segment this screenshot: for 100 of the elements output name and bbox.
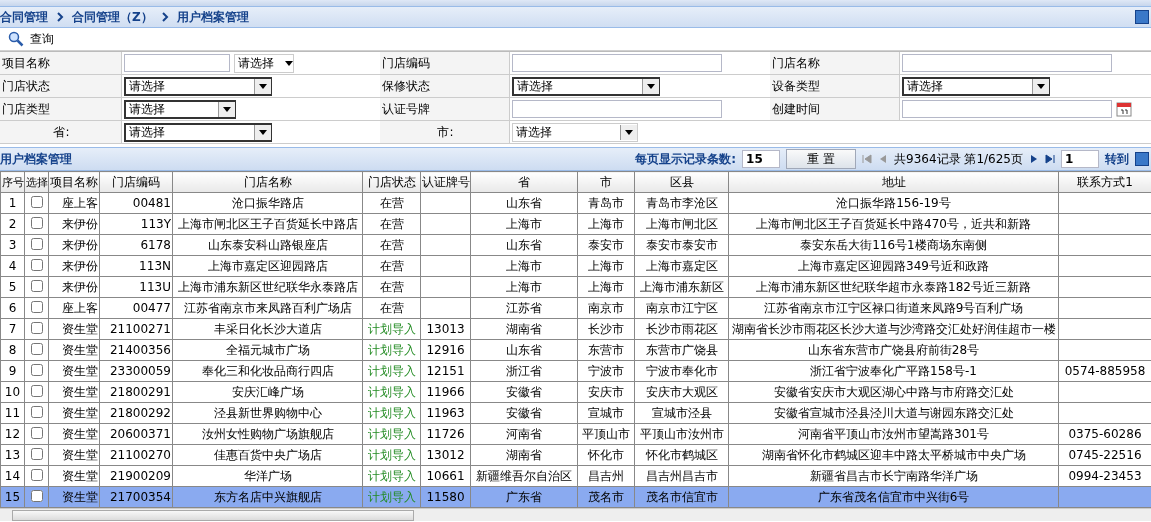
- next-page-icon[interactable]: [1029, 154, 1039, 164]
- row-checkbox[interactable]: [30, 363, 43, 376]
- column-header[interactable]: 选择: [24, 171, 49, 193]
- row-checkbox[interactable]: [30, 237, 43, 250]
- table-cell: 长沙市雨花区: [634, 318, 729, 340]
- row-number[interactable]: 4: [0, 255, 25, 277]
- table-cell: 山东省东营市广饶县府前街28号: [728, 339, 1059, 361]
- column-header[interactable]: 认证牌号: [420, 171, 471, 193]
- row-checkbox[interactable]: [30, 342, 43, 355]
- row-checkbox[interactable]: [30, 447, 43, 460]
- table-cell: 113N: [99, 255, 173, 277]
- row-number[interactable]: 13: [0, 444, 25, 466]
- text-field[interactable]: [512, 100, 722, 118]
- column-header[interactable]: 省: [470, 171, 578, 193]
- dropdown[interactable]: 请选择: [512, 122, 638, 142]
- table-cell: 资生堂: [48, 381, 100, 403]
- table-cell: 计划导入: [362, 381, 421, 403]
- row-number[interactable]: 7: [0, 318, 25, 340]
- column-header[interactable]: 项目名称: [48, 171, 100, 193]
- table-cell: 昌吉州: [577, 465, 635, 487]
- text-field[interactable]: [902, 54, 1112, 72]
- goto-link[interactable]: 转到: [1105, 150, 1129, 168]
- query-button[interactable]: 查询: [4, 30, 58, 48]
- row-checkbox[interactable]: [30, 195, 43, 208]
- page-size-field[interactable]: 15: [742, 150, 781, 168]
- row-number[interactable]: 9: [0, 360, 25, 382]
- table-cell: 资生堂: [48, 444, 100, 466]
- dropdown[interactable]: 请选择: [124, 122, 272, 142]
- row-number[interactable]: 6: [0, 297, 25, 319]
- column-header[interactable]: 市: [577, 171, 635, 193]
- table-cell: 上海市: [577, 276, 635, 298]
- dropdown[interactable]: 请选择: [124, 76, 272, 96]
- text-field[interactable]: [124, 54, 230, 72]
- table-cell: 上海市: [470, 255, 578, 277]
- first-page-icon[interactable]: [862, 154, 873, 164]
- breadcrumb-item[interactable]: 合同管理（Z）: [72, 8, 153, 26]
- row-number[interactable]: 5: [0, 276, 25, 298]
- row-checkbox[interactable]: [30, 426, 43, 439]
- table-cell: 11726: [420, 423, 471, 445]
- column-header[interactable]: 区县: [634, 171, 729, 193]
- row-number[interactable]: 1: [0, 192, 25, 214]
- field-label: 门店名称: [770, 52, 900, 75]
- field-label: 市:: [380, 121, 510, 144]
- table-cell: 计划导入: [362, 444, 421, 466]
- scrollbar-thumb[interactable]: [12, 509, 414, 521]
- row-checkbox[interactable]: [30, 489, 43, 502]
- previous-page-icon[interactable]: [878, 154, 889, 164]
- table-cell: 上海市闸北区王子百货延长中路470号，近共和新路: [728, 213, 1059, 235]
- breadcrumb-item[interactable]: 合同管理: [0, 8, 48, 26]
- table-cell: 上海市嘉定区迎园路349号近和政路: [728, 255, 1059, 277]
- table-cell: 上海市: [577, 255, 635, 277]
- row-checkbox[interactable]: [30, 258, 43, 271]
- table-cell: 资生堂: [48, 318, 100, 340]
- table-cell: 来伊份: [48, 255, 100, 277]
- row-checkbox[interactable]: [30, 279, 43, 292]
- table-cell: 长沙市: [577, 318, 635, 340]
- row-checkbox[interactable]: [30, 384, 43, 397]
- table-cell: 座上客: [48, 297, 100, 319]
- row-number[interactable]: 10: [0, 381, 25, 403]
- row-checkbox[interactable]: [30, 216, 43, 229]
- dropdown[interactable]: 请选择: [902, 76, 1050, 96]
- dropdown[interactable]: 请选择: [124, 99, 236, 119]
- row-number[interactable]: 8: [0, 339, 25, 361]
- dropdown-arrow-icon: [647, 83, 655, 89]
- column-header[interactable]: 联系方式1: [1058, 171, 1151, 193]
- column-header[interactable]: 门店编码: [99, 171, 173, 193]
- date-field[interactable]: [902, 100, 1112, 118]
- row-number[interactable]: 3: [0, 234, 25, 256]
- last-page-icon[interactable]: [1045, 154, 1055, 164]
- calendar-icon[interactable]: [1116, 101, 1132, 117]
- dropdown[interactable]: 请选择: [512, 76, 660, 96]
- row-checkbox[interactable]: [30, 468, 43, 481]
- row-checkbox[interactable]: [30, 405, 43, 418]
- breadcrumb-item[interactable]: 用户档案管理: [176, 8, 249, 26]
- table-cell: 泰安市泰安市: [634, 234, 729, 256]
- column-header[interactable]: 序号: [0, 171, 25, 193]
- table-cell: 在营: [362, 297, 421, 319]
- reset-button[interactable]: 重 置: [786, 149, 857, 169]
- column-header[interactable]: 门店状态: [362, 171, 421, 193]
- table-cell: 21100271: [99, 318, 173, 340]
- dropdown-arrow-icon: [285, 60, 293, 66]
- table-cell: 江苏省南京市来凤路百利广场店: [172, 297, 363, 319]
- row-checkbox[interactable]: [30, 300, 43, 313]
- dropdown[interactable]: 请选择: [234, 53, 294, 73]
- table-cell: 计划导入: [362, 339, 421, 361]
- table-cell: 计划导入: [362, 465, 421, 487]
- row-number[interactable]: 11: [0, 402, 25, 424]
- table-cell: [420, 213, 471, 235]
- page-number-field[interactable]: 1: [1061, 150, 1099, 168]
- column-header[interactable]: 门店名称: [172, 171, 363, 193]
- text-field[interactable]: [512, 54, 722, 72]
- table-cell: 湖南省长沙市雨花区长沙大道与沙湾路交汇处好润佳超市一楼: [728, 318, 1059, 340]
- column-header[interactable]: 地址: [728, 171, 1059, 193]
- row-number[interactable]: 15: [0, 486, 25, 508]
- table-cell: 上海市: [577, 213, 635, 235]
- row-number[interactable]: 12: [0, 423, 25, 445]
- row-number[interactable]: 2: [0, 213, 25, 235]
- row-number[interactable]: 14: [0, 465, 25, 487]
- row-checkbox[interactable]: [30, 321, 43, 334]
- field-label: 门店编码: [380, 52, 510, 75]
